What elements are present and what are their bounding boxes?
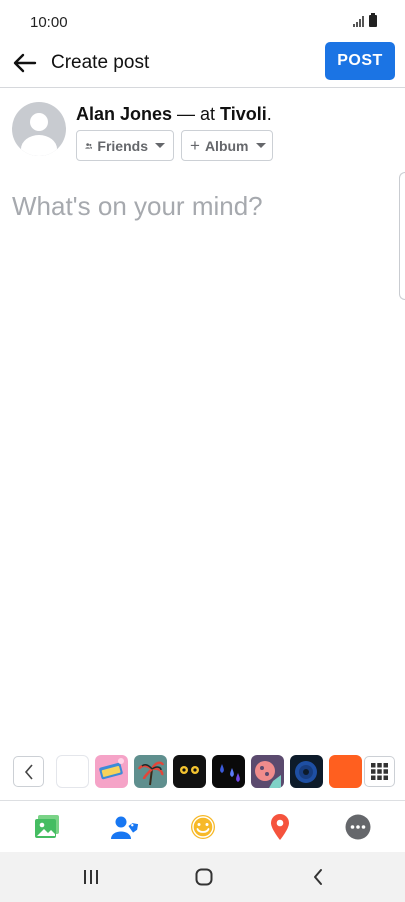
end-punct: . xyxy=(266,104,272,124)
battery-icon xyxy=(369,13,377,27)
grid-icon xyxy=(371,763,388,780)
background-swatch-plain[interactable] xyxy=(56,755,89,788)
background-swatch-pink-pattern[interactable] xyxy=(95,755,128,788)
background-swatch-palm[interactable] xyxy=(134,755,167,788)
status-icons xyxy=(353,13,377,27)
post-text-input[interactable] xyxy=(12,186,387,226)
feeling-icon xyxy=(191,815,215,839)
more-options-button[interactable] xyxy=(342,811,374,843)
signal-icon xyxy=(353,16,365,27)
check-in-icon xyxy=(271,814,289,840)
background-grid-button[interactable] xyxy=(364,756,395,787)
home-icon xyxy=(195,868,213,886)
more-icon xyxy=(345,814,371,840)
app-header: Create post POST xyxy=(0,40,405,88)
system-back-button[interactable] xyxy=(303,864,333,890)
status-time: 10:00 xyxy=(30,14,68,31)
background-picker xyxy=(0,754,405,790)
recent-apps-button[interactable] xyxy=(76,864,106,890)
background-swatch-eyes[interactable] xyxy=(173,755,206,788)
back-chevron-icon xyxy=(314,869,322,885)
album-label: Album xyxy=(204,137,249,154)
at-text: — at xyxy=(172,104,221,124)
background-prev-button[interactable] xyxy=(13,756,44,787)
background-swatch-drops[interactable] xyxy=(212,755,245,788)
composer-action-bar xyxy=(0,800,405,852)
avatar xyxy=(12,102,66,156)
background-swatch-orange[interactable] xyxy=(329,755,362,788)
friends-icon xyxy=(85,142,93,149)
feeling-button[interactable] xyxy=(187,811,219,843)
place-name[interactable]: Tivoli xyxy=(220,104,267,124)
system-nav-bar xyxy=(0,852,405,902)
tag-people-button[interactable] xyxy=(109,811,141,843)
back-button[interactable] xyxy=(8,46,42,80)
side-panel-handle[interactable] xyxy=(399,172,405,300)
audience-selector[interactable]: Friends xyxy=(76,130,174,161)
check-in-button[interactable] xyxy=(264,811,296,843)
photo-icon xyxy=(35,815,59,838)
recent-apps-icon xyxy=(84,870,98,884)
chevron-down-icon xyxy=(255,143,266,148)
post-button[interactable]: POST xyxy=(325,42,395,80)
author-name[interactable]: Alan Jones xyxy=(76,104,172,124)
plus-icon: + xyxy=(190,136,200,155)
tag-people-icon xyxy=(111,816,139,839)
photo-button[interactable] xyxy=(31,811,63,843)
chevron-left-icon xyxy=(24,763,33,780)
audience-label: Friends xyxy=(97,137,148,154)
arrow-left-icon xyxy=(13,53,37,73)
page-title: Create post xyxy=(51,52,150,73)
album-selector[interactable]: + Album xyxy=(181,130,273,161)
home-button[interactable] xyxy=(189,864,219,890)
author-line: Alan Jones — at Tivoli. xyxy=(76,104,272,125)
background-swatch-pattern[interactable] xyxy=(251,755,284,788)
chevron-down-icon xyxy=(155,143,165,148)
background-swatch-planet[interactable] xyxy=(290,755,323,788)
status-bar: 10:00 xyxy=(0,0,405,44)
